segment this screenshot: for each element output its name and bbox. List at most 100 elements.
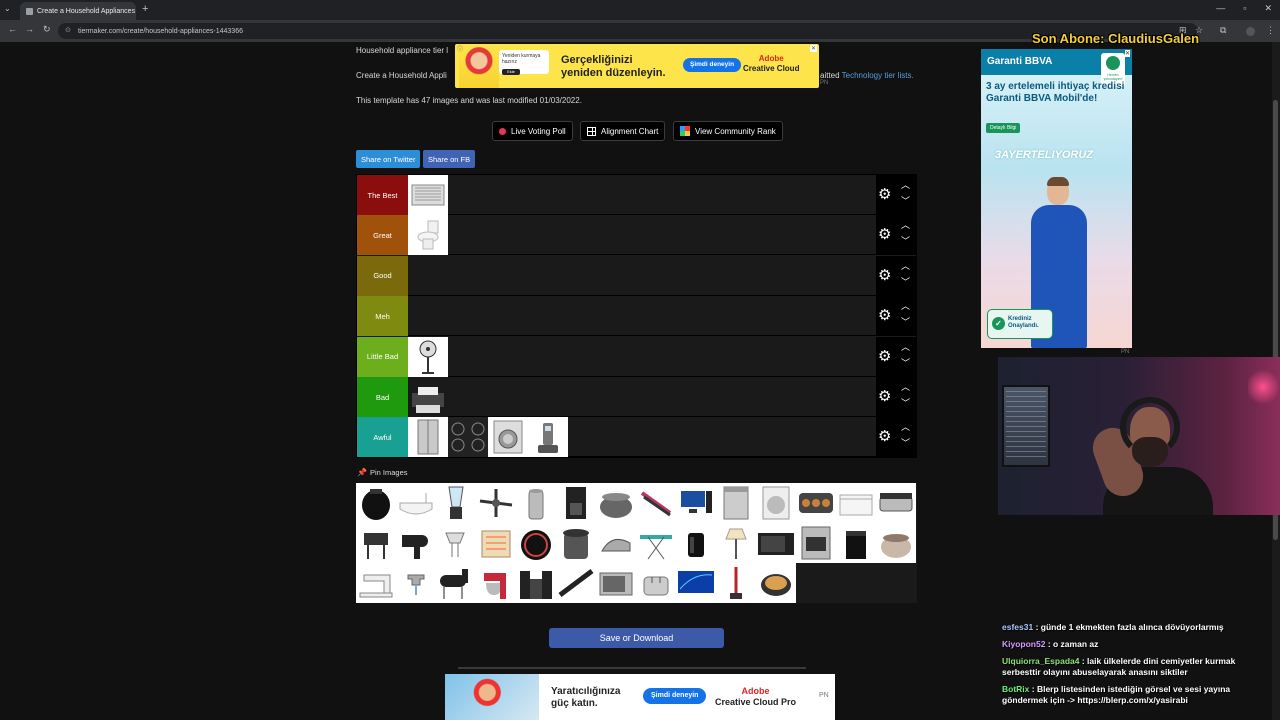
move-tier-up-icon[interactable]: ︿ (901, 342, 910, 352)
ad-cta-button[interactable]: Şimdi deneyin (683, 58, 742, 72)
reload-icon[interactable]: ↻ (43, 24, 51, 35)
pool-item-sewing-machine[interactable] (356, 563, 396, 603)
tier-item-refrigerator[interactable] (408, 417, 448, 458)
share-twitter-button[interactable]: Share on Twitter (356, 150, 421, 168)
pool-item-hair-straightener[interactable] (636, 483, 676, 523)
tier-settings-gear-icon[interactable]: ⚙ (878, 429, 891, 444)
pool-item-microwave[interactable] (756, 523, 796, 563)
pool-item-hair-dryer[interactable] (396, 523, 436, 563)
pool-item-waffle-maker[interactable] (756, 563, 796, 603)
tier-label[interactable]: Meh (357, 296, 408, 337)
move-tier-down-icon[interactable]: ﹀ (901, 399, 910, 408)
tier-settings-gear-icon[interactable]: ⚙ (878, 268, 891, 283)
tier-settings-gear-icon[interactable]: ⚙ (878, 349, 891, 364)
pool-item-chest-freezer[interactable] (836, 483, 876, 523)
tier-label[interactable]: Great (357, 215, 408, 256)
detail-button[interactable]: Detaylı Bilgi (986, 123, 1021, 133)
move-tier-down-icon[interactable]: ﹀ (901, 358, 910, 368)
adobe-banner-ad-bottom[interactable]: Yaratıcılığınıza güç katın. Şimdi deneyi… (445, 674, 835, 720)
tier-item-toilet[interactable] (408, 215, 448, 256)
tier-label[interactable]: Little Bad (357, 336, 408, 377)
pool-item-slow-cooker[interactable] (596, 483, 636, 523)
minimize-icon[interactable]: — (1216, 3, 1225, 14)
new-tab-button[interactable]: + (142, 3, 148, 15)
tier-item-standing-fan[interactable] (408, 336, 448, 377)
pool-item-stand-mixer[interactable] (476, 563, 516, 603)
pool-item-iron[interactable] (596, 523, 636, 563)
community-rank-button[interactable]: View Community Rank (673, 121, 783, 141)
tier-label[interactable]: Good (357, 255, 408, 296)
live-voting-poll-button[interactable]: Live Voting Poll (492, 121, 573, 141)
pool-item-ceiling-fan[interactable] (476, 483, 516, 523)
tier-item-air-conditioner[interactable] (408, 175, 448, 215)
close-window-icon[interactable]: ✕ (1264, 3, 1272, 14)
pool-item-kettle[interactable] (676, 523, 716, 563)
move-tier-up-icon[interactable]: ︿ (901, 221, 910, 230)
pool-item-hand-mixer[interactable] (436, 523, 476, 563)
ad-bottom-cta-button[interactable]: Şimdi deneyin (643, 688, 707, 704)
address-bar[interactable]: ⊙ tiermaker.com/create/household-applian… (58, 23, 1198, 39)
profile-avatar[interactable] (1246, 27, 1255, 36)
tier-settings-gear-icon[interactable]: ⚙ (878, 187, 891, 202)
move-tier-up-icon[interactable]: ︿ (901, 383, 910, 392)
pool-item-computer[interactable] (676, 483, 716, 523)
extensions-icon[interactable]: ⧉ (1220, 25, 1226, 36)
ad-close-icon[interactable]: ✕ (809, 45, 817, 52)
move-tier-down-icon[interactable]: ﹀ (901, 277, 910, 287)
tier-settings-gear-icon[interactable]: ⚙ (878, 227, 891, 242)
ad-right-close-icon[interactable]: ✕ (1124, 50, 1130, 57)
pool-item-griddle[interactable] (796, 483, 836, 523)
pool-item-coffee-maker[interactable] (556, 483, 596, 523)
tier-settings-gear-icon[interactable]: ⚙ (878, 389, 891, 404)
technology-tier-lists-link[interactable]: Technology tier lists. (842, 71, 914, 80)
pool-item-ironing-board[interactable] (636, 523, 676, 563)
site-info-icon[interactable]: ⊙ (65, 26, 71, 34)
pool-item-toaster-oven[interactable] (596, 563, 636, 603)
move-tier-down-icon[interactable]: ﹀ (901, 318, 910, 327)
back-icon[interactable]: ← (8, 24, 17, 34)
tier-item-printer[interactable] (408, 377, 448, 417)
pool-item-panini-press[interactable] (876, 483, 916, 523)
pool-item-stereo[interactable] (516, 563, 556, 603)
save-download-button[interactable]: Save or Download (549, 628, 724, 648)
alignment-chart-button[interactable]: Alignment Chart (580, 121, 666, 141)
pool-item-oven-range[interactable] (796, 523, 836, 563)
forward-icon[interactable]: → (25, 24, 34, 34)
pool-item-vacuum[interactable] (716, 563, 756, 603)
pool-item-lamp[interactable] (716, 523, 756, 563)
pool-item-hot-plate[interactable] (516, 523, 556, 563)
move-tier-down-icon[interactable]: ﹀ (901, 237, 910, 246)
pool-item-air-fryer[interactable] (356, 483, 396, 523)
garanti-bbva-ad[interactable]: Garanti BBVA Hemen yolundayım! 3 ay erte… (981, 49, 1132, 348)
pool-item-rice-cooker[interactable] (876, 523, 916, 563)
pool-item-television[interactable] (676, 563, 716, 603)
tier-item-washing-machine[interactable] (488, 417, 528, 458)
pool-item-instant-pot[interactable] (556, 523, 596, 563)
pin-images-toggle[interactable]: 📌 Pin Images (357, 468, 408, 477)
share-fb-button[interactable]: Share on FB (423, 150, 476, 168)
pool-item-space-heater[interactable] (476, 523, 516, 563)
ad-info-icon[interactable]: ⓘ (457, 44, 463, 53)
pool-item-dishwasher[interactable] (716, 483, 756, 523)
move-tier-up-icon[interactable]: ︿ (901, 302, 910, 311)
tier-settings-gear-icon[interactable]: ⚙ (878, 308, 891, 323)
pool-item-smoker-grill[interactable] (436, 563, 476, 603)
move-tier-up-icon[interactable]: ︿ (901, 261, 910, 271)
pool-item-paper-shredder[interactable] (836, 523, 876, 563)
move-tier-down-icon[interactable]: ﹀ (901, 197, 910, 206)
tier-item-cordless-phone[interactable] (528, 417, 568, 458)
tab-search-icon[interactable]: ⌄ (4, 4, 11, 13)
move-tier-down-icon[interactable]: ﹀ (901, 439, 910, 448)
pool-item-grill[interactable] (356, 523, 396, 563)
pool-item-bathtub[interactable] (396, 483, 436, 523)
tier-label[interactable]: Bad (357, 377, 408, 417)
pool-item-toaster[interactable] (636, 563, 676, 603)
pool-item-blender[interactable] (436, 483, 476, 523)
move-tier-up-icon[interactable]: ︿ (901, 423, 910, 432)
pool-item-curling-iron[interactable] (556, 563, 596, 603)
maximize-icon[interactable]: ▫ (1243, 3, 1246, 14)
move-tier-up-icon[interactable]: ︿ (901, 181, 910, 190)
tier-item-gas-stove[interactable] (448, 417, 488, 458)
browser-menu-icon[interactable]: ⋮ (1266, 25, 1275, 36)
pool-item-faucet[interactable] (396, 563, 436, 603)
